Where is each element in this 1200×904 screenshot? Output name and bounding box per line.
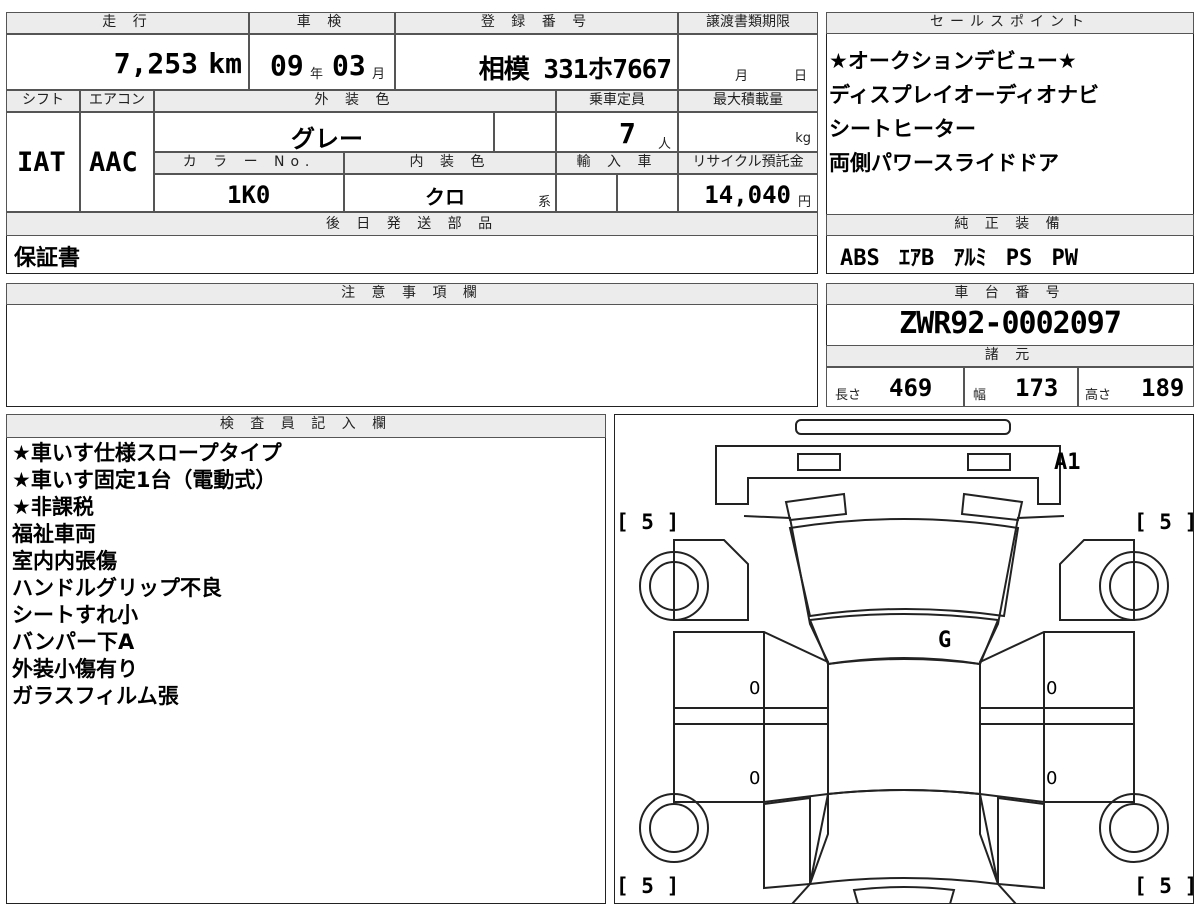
spec-length-value: 469	[889, 374, 933, 402]
spec-width-value: 173	[1015, 374, 1059, 402]
shift-header: シフト	[6, 90, 80, 112]
load-unit: kg	[795, 131, 811, 146]
spec-height-label: 高さ	[1085, 388, 1112, 403]
sales-points-header: セールスポイント	[826, 12, 1194, 34]
interior-color-cell: クロ 系	[344, 174, 556, 212]
sales-point: ディスプレイオーディオナビ	[829, 83, 1100, 107]
inspector-line: バンパー下A	[12, 630, 135, 654]
panel-mark-left-front: 0	[749, 678, 761, 699]
spec-width-label: 幅	[973, 388, 987, 403]
registration-header: 登 録 番 号	[395, 12, 678, 34]
max-load-header: 最大積載量	[678, 90, 818, 112]
exterior-color-cell: グレー	[154, 112, 494, 153]
aircon-header: エアコン	[80, 90, 154, 112]
import-cell-2	[617, 174, 678, 212]
recycle-header: リサイクル預託金	[678, 152, 818, 174]
genuine-equipment-list: ABS ｴｱB ｱﾙﾐ PS PW	[840, 240, 1078, 272]
inspector-line: ★車いす仕様スロープタイプ	[12, 441, 282, 465]
recycle-value: 14,040	[704, 181, 791, 209]
later-parts-header: 後 日 発 送 部 品	[6, 212, 818, 236]
inspector-line: ガラスフィルム張	[12, 684, 179, 708]
tire-grade-rear-right: [ 5 ]	[1134, 874, 1198, 898]
month-unit: 月	[372, 67, 386, 82]
spec-width-cell: 幅 173	[964, 367, 1078, 407]
equipment-item: PS	[1005, 246, 1033, 271]
sales-point: 両側パワースライドドア	[829, 151, 1059, 175]
inspector-line: ★非課税	[12, 495, 94, 519]
diagram-mark-g: G	[938, 628, 952, 653]
spec-height-value: 189	[1141, 374, 1185, 402]
registration-number: 相模 331ホ7667	[478, 55, 672, 85]
inspector-line: シートすれ小	[12, 603, 138, 627]
transfer-month-unit: 月	[735, 69, 749, 84]
transfer-day-unit: 日	[793, 69, 807, 84]
shift-cell: IAT	[6, 112, 80, 212]
capacity-unit: 人	[657, 137, 671, 152]
chassis-number: ZWR92-0002097	[899, 306, 1122, 341]
registration-cell: 相模 331ホ7667	[395, 34, 678, 90]
shift-value: IAT	[17, 147, 66, 178]
sales-point: シートヒーター	[829, 117, 976, 141]
max-load-cell: kg	[678, 112, 818, 152]
aircon-value: AAC	[89, 147, 138, 178]
recycle-cell: 14,040 円	[678, 174, 818, 212]
import-header: 輸 入 車	[556, 152, 678, 174]
recycle-unit: 円	[797, 195, 811, 210]
color-no-header: カ ラ ー No.	[154, 152, 344, 174]
interior-color-value: クロ	[425, 185, 465, 209]
aircon-cell: AAC	[80, 112, 154, 212]
exterior-color-header: 外 装 色	[154, 90, 556, 112]
equipment-item: ABS	[840, 246, 880, 271]
interior-color-header: 内 装 色	[344, 152, 556, 174]
equipment-item: ｱﾙﾐ	[953, 246, 987, 271]
tire-grade-front-right: [ 5 ]	[1134, 510, 1198, 534]
chassis-header: 車 台 番 号	[826, 283, 1194, 305]
inspector-list: ★車いす仕様スロープタイプ ★車いす固定1台（電動式） ★非課税 福祉車両 室内…	[12, 440, 602, 710]
transfer-deadline-cell: 月 日	[678, 34, 818, 90]
exterior-color-extra-cell	[494, 112, 556, 152]
notes-header: 注 意 事 項 欄	[6, 283, 818, 305]
inspector-line: ★車いす固定1台（電動式）	[12, 468, 277, 492]
genuine-equipment-header: 純 正 装 備	[826, 214, 1194, 236]
year-unit: 年	[310, 67, 324, 82]
mileage-value: 7,253	[113, 47, 198, 80]
inspection-year: 09	[270, 49, 304, 82]
inspector-line: ハンドルグリップ不良	[12, 576, 222, 600]
inspection-month: 03	[332, 49, 366, 82]
inspector-line: 外装小傷有り	[12, 657, 138, 681]
inspector-line: 福祉車両	[12, 522, 96, 546]
spec-length-cell: 長さ 469	[826, 367, 964, 407]
car-diagram	[639, 419, 1169, 904]
spec-length-label: 長さ	[835, 388, 862, 403]
mileage-header: 走 行	[6, 12, 249, 34]
color-no-cell: 1K0	[154, 174, 344, 212]
transfer-deadline-header: 譲渡書類期限	[678, 12, 818, 34]
tire-grade-front-left: [ 5 ]	[616, 510, 680, 534]
panel-mark-right-rear: 0	[1046, 768, 1058, 789]
spec-height-cell: 高さ 189	[1078, 367, 1194, 407]
panel-mark-left-rear: 0	[749, 768, 761, 789]
sales-point: ★オークションデビュー★	[829, 49, 1077, 73]
color-no-value: 1K0	[227, 181, 271, 209]
mileage-unit: km	[208, 47, 242, 80]
capacity-cell: 7 人	[556, 112, 678, 152]
inspection-header: 車 検	[249, 12, 395, 34]
equipment-item: PW	[1051, 246, 1079, 271]
mileage-cell: 7,253 km	[6, 34, 249, 90]
tire-grade-rear-left: [ 5 ]	[616, 874, 680, 898]
exterior-color-value: グレー	[291, 125, 363, 153]
import-cell-1	[556, 174, 617, 212]
inspector-header: 検 査 員 記 入 欄	[6, 414, 606, 438]
sales-points-list: ★オークションデビュー★ ディスプレイオーディオナビ シートヒーター 両側パワー…	[829, 44, 1189, 180]
interior-suffix: 系	[537, 195, 551, 210]
equipment-item: ｴｱB	[899, 246, 935, 271]
panel-mark-right-front: 0	[1046, 678, 1058, 699]
capacity-value: 7	[619, 117, 636, 150]
diagram-mark-a1: A1	[1054, 450, 1081, 475]
inspector-line: 室内内張傷	[12, 549, 117, 573]
specs-header: 諸 元	[826, 345, 1194, 367]
capacity-header: 乗車定員	[556, 90, 678, 112]
inspection-cell: 09 年 03 月	[249, 34, 395, 90]
later-parts-value: 保証書	[14, 246, 81, 271]
